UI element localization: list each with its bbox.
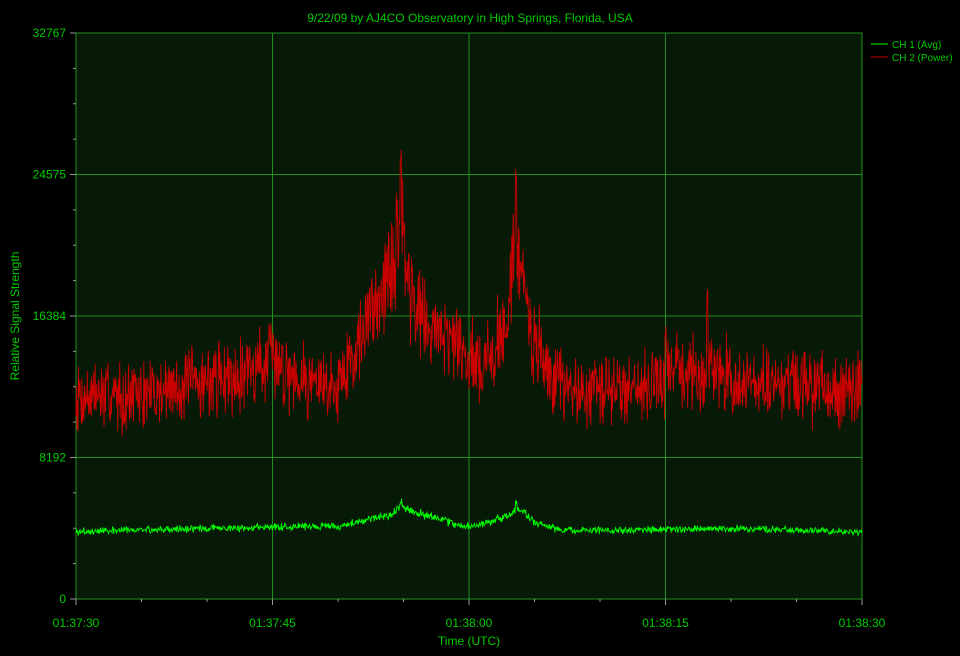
y-tick-label: 0 — [59, 592, 66, 606]
x-tick-label: 01:38:00 — [446, 616, 493, 630]
x-axis-label: Time (UTC) — [438, 634, 500, 648]
x-tick-label: 01:37:45 — [249, 616, 296, 630]
y-tick-label: 16384 — [33, 309, 67, 323]
y-tick-label: 8192 — [39, 450, 66, 464]
x-axis: 01:37:30 01:37:45 01:38:00 01:38:15 01:38:30 — [53, 599, 886, 630]
legend-label-ch1: CH 1 (Avg) — [892, 40, 941, 51]
x-tick-label: 01:38:30 — [839, 616, 886, 630]
y-axis: 0 8192 16384 24575 32767 — [33, 26, 76, 606]
x-tick-label: 01:37:30 — [53, 616, 100, 630]
legend: CH 1 (Avg) CH 2 (Power) — [871, 40, 953, 64]
x-tick-label: 01:38:15 — [642, 616, 689, 630]
legend-label-ch2: CH 2 (Power) — [892, 53, 953, 64]
chart-title: 9/22/09 by AJ4CO Observatory in High Spr… — [307, 11, 632, 25]
chart-svg: 08192163842457532767 01:37:30 01:37:45 01:… — [8, 11, 953, 648]
y-tick-label: 24575 — [33, 168, 67, 182]
y-tick-label: 32767 — [33, 26, 67, 40]
y-axis-label: Relative Signal Strength — [8, 252, 22, 381]
